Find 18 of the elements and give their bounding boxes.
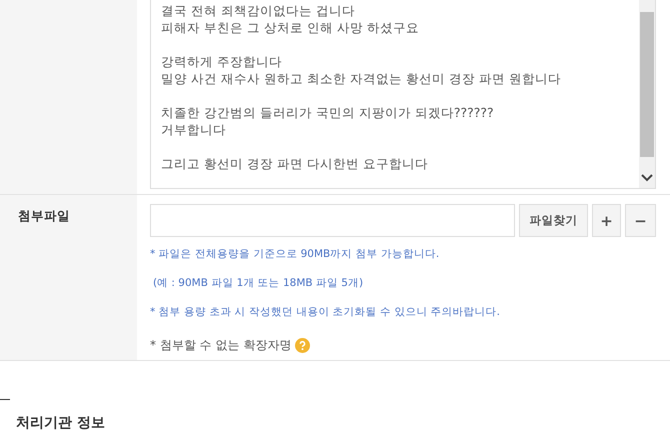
paragraph: 결국 전혀 죄책감이없다는 겁니다 피해자 부친은 그 상처로 인해 사망 하셨구요	[161, 2, 420, 36]
add-button[interactable]: +	[592, 204, 621, 237]
scrollbar[interactable]	[639, 0, 655, 188]
section-title: 처리기관 정보	[16, 415, 105, 431]
help-icon[interactable]	[295, 338, 310, 352]
remove-button[interactable]: −	[625, 204, 656, 237]
paragraph: 그리고 황선미 경장 파면 다시한번 요구합니다	[161, 155, 429, 172]
extension-note: * 첨부할 수 없는 확장자명	[150, 336, 292, 354]
find-file-button[interactable]: 파일찾기	[519, 204, 588, 237]
paragraph: 치졸한 강간범의 들러리가 국민의 지팡이가 되겠다?????? 거부합니다	[161, 104, 495, 138]
attachment-label: 첨부파일	[18, 208, 70, 223]
attachment-note: (예 : 90MB 파일 1개 또는 18MB 파일 5개)	[153, 276, 364, 290]
file-path-field[interactable]	[150, 204, 515, 237]
paragraph: 강력하게 주장합니다 밀양 사건 재수사 원하고 최소한 자격없는 황선미 경장 파면 원합니다	[161, 53, 562, 87]
scroll-down-icon[interactable]	[641, 174, 653, 182]
attachment-note: * 첨부 용량 초과 시 작성했던 내용이 초기화될 수 있으니 주의바랍니다.	[150, 305, 500, 319]
content-textarea[interactable]: 결국 전혀 죄책감이없다는 겁니다 피해자 부친은 그 상처로 인해 사망 하셨구요 강력하게 주장합니다 밀양 사건 재수사 원하고 최소한 자격없는 황선미 경장 파면 원합니다 치졸한 강간범의 들러리가 국민의 지팡이가 되겠다?????? 거부합니다 그리고 황선미 경장 파면 다시한번 요구합니다	[150, 0, 656, 189]
attachment-note: * 파일은 전체용량을 기준으로 90MB까지 첨부 가능합니다.	[150, 247, 440, 261]
